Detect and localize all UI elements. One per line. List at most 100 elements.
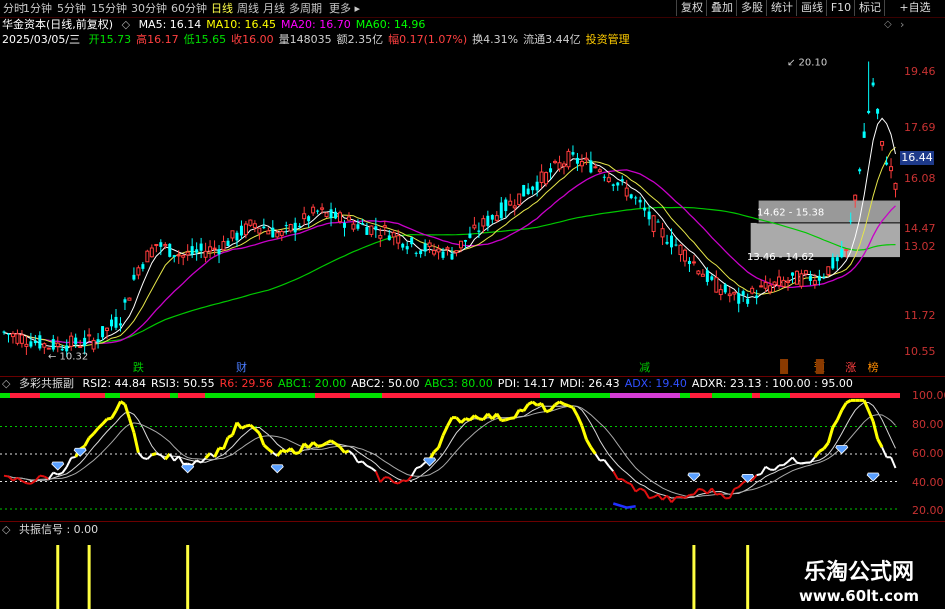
toolbar-button[interactable]: F10 bbox=[826, 0, 855, 16]
candle bbox=[208, 240, 213, 258]
candle bbox=[579, 154, 584, 173]
candle bbox=[172, 254, 176, 263]
timeframe-tab[interactable]: 60分钟 bbox=[171, 1, 207, 16]
indicator-tick: 100.00 bbox=[912, 389, 945, 402]
candle bbox=[365, 222, 369, 235]
candle bbox=[423, 239, 427, 257]
candle bbox=[450, 247, 454, 260]
chevron-right-icon[interactable]: › bbox=[900, 18, 904, 31]
candle bbox=[185, 244, 190, 261]
timeframe-tab[interactable]: 15分钟 bbox=[91, 1, 127, 16]
timeframe-tab[interactable]: 分时 bbox=[3, 1, 25, 16]
toolbar-button[interactable]: +自选 bbox=[884, 0, 945, 16]
candle bbox=[55, 336, 60, 353]
rsi-segment bbox=[635, 487, 641, 493]
toolbar-button[interactable]: 画线 bbox=[796, 0, 827, 16]
panel-divider bbox=[0, 521, 945, 522]
candle bbox=[6, 333, 10, 343]
candle bbox=[746, 293, 750, 307]
collapse-icon[interactable]: ◇ bbox=[2, 377, 10, 390]
indicator-tick: 40.00 bbox=[912, 476, 944, 489]
candle bbox=[262, 218, 266, 230]
rsi-segment bbox=[168, 453, 176, 462]
rsi-segment bbox=[92, 427, 100, 435]
candle bbox=[10, 331, 15, 344]
collapse-icon[interactable]: ◇ bbox=[2, 523, 10, 536]
candle bbox=[226, 237, 230, 247]
candle bbox=[110, 314, 114, 331]
timeframe-tab[interactable]: 周线 bbox=[237, 1, 259, 16]
rsi-segment bbox=[621, 478, 628, 484]
rsi-segment bbox=[393, 481, 399, 485]
candle bbox=[136, 265, 141, 280]
rsi-segment bbox=[782, 460, 789, 466]
candle bbox=[293, 217, 297, 241]
candlestick-chart[interactable]: ← 10.32 ↙ 20.10 14.62 - 15.38 13.46 - 14.62… bbox=[0, 17, 900, 377]
candle bbox=[499, 197, 503, 221]
candle bbox=[468, 226, 472, 239]
diamond-marker bbox=[181, 464, 195, 474]
timeframe-tab[interactable]: 日线 bbox=[211, 1, 233, 16]
timeframe-tab[interactable]: 5分钟 bbox=[57, 1, 86, 16]
rsi-segment bbox=[459, 417, 467, 424]
rsi-segment bbox=[881, 446, 888, 458]
rsi-segment bbox=[101, 418, 109, 425]
rsi-segment bbox=[257, 432, 266, 446]
rsi-segment bbox=[433, 446, 440, 454]
candle bbox=[786, 276, 790, 291]
rsi-segment bbox=[222, 436, 230, 450]
toolbar-button[interactable]: 叠加 bbox=[706, 0, 737, 16]
candle bbox=[808, 270, 812, 286]
toolbar-button[interactable]: 复权 bbox=[676, 0, 707, 16]
candle bbox=[549, 163, 553, 180]
rsi-segment bbox=[738, 481, 744, 488]
candle bbox=[195, 242, 199, 261]
rsi-segment bbox=[760, 466, 767, 475]
candle bbox=[149, 244, 154, 258]
rsi-segment bbox=[379, 476, 386, 483]
candle bbox=[674, 238, 678, 247]
rsi-segment bbox=[114, 400, 122, 412]
price-tick: 11.72 bbox=[904, 309, 936, 322]
rsi-segment bbox=[510, 416, 515, 420]
rsi-indicator-chart[interactable] bbox=[0, 391, 900, 521]
rsi-segment bbox=[716, 492, 722, 496]
candle bbox=[575, 152, 579, 171]
candle bbox=[203, 242, 208, 263]
candle bbox=[230, 230, 235, 242]
candle bbox=[696, 270, 701, 276]
candle bbox=[114, 309, 118, 331]
rsi-segment bbox=[343, 449, 350, 454]
rsi-segment bbox=[585, 438, 593, 449]
rsi-segment bbox=[446, 416, 454, 427]
candle bbox=[781, 276, 786, 288]
timeframe-tab[interactable]: 更多 ▸ bbox=[329, 1, 360, 16]
rsi-segment bbox=[213, 447, 221, 458]
diamond-marker bbox=[51, 461, 65, 471]
candle bbox=[799, 269, 804, 289]
timeframe-tab[interactable]: 1分钟 bbox=[23, 1, 52, 16]
timeframe-tab[interactable]: 30分钟 bbox=[131, 1, 167, 16]
rsi-segment bbox=[862, 399, 871, 412]
candle bbox=[405, 241, 409, 255]
toolbar-button[interactable]: 统计 bbox=[766, 0, 797, 16]
candle bbox=[334, 207, 338, 220]
rsi-segment bbox=[608, 465, 615, 472]
rsi-segment bbox=[3, 474, 9, 478]
candle bbox=[732, 291, 737, 301]
candle bbox=[893, 182, 898, 198]
timeframe-tab[interactable]: 月线 bbox=[263, 1, 285, 16]
timeframe-tab[interactable]: 多周期 bbox=[289, 1, 322, 16]
rsi-segment bbox=[698, 487, 704, 491]
zone-lower-note: 13.46 - 14.62 bbox=[747, 252, 814, 263]
candle bbox=[682, 248, 687, 267]
candle bbox=[87, 328, 92, 342]
rsi-segment bbox=[231, 422, 239, 436]
candle bbox=[311, 204, 316, 216]
price-tick: 14.47 bbox=[904, 222, 936, 235]
toolbar-button[interactable]: 多股 bbox=[736, 0, 767, 16]
rsi-segment bbox=[276, 449, 283, 457]
candle bbox=[239, 220, 243, 239]
candle bbox=[718, 284, 723, 301]
toolbar-button[interactable]: 标记 bbox=[854, 0, 885, 16]
